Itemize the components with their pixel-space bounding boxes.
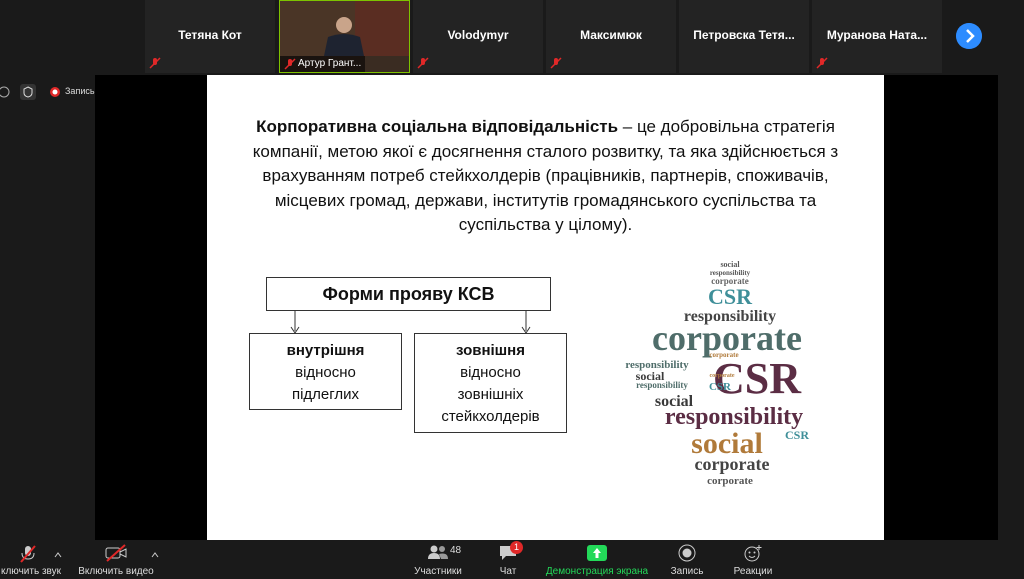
internal-line: підлеглих bbox=[291, 386, 360, 403]
shield-icon[interactable] bbox=[20, 84, 36, 100]
csr-word-cloud: social responsibility corporate CSR resp… bbox=[625, 260, 809, 487]
video-feed bbox=[280, 1, 409, 56]
participant-name: Петровска Тетя... bbox=[693, 28, 795, 42]
unmute-button[interactable]: ключить звук bbox=[0, 540, 62, 579]
record-button[interactable]: Запись bbox=[665, 540, 709, 579]
participant-tile[interactable]: Volodymyr bbox=[413, 0, 543, 73]
next-page-chevron-icon[interactable] bbox=[956, 23, 982, 49]
info-icon[interactable] bbox=[0, 86, 12, 98]
external-line: відносно bbox=[460, 364, 521, 381]
muted-mic-icon bbox=[550, 57, 562, 69]
start-video-button[interactable]: Включить видео bbox=[74, 540, 158, 579]
participants-label: Участники bbox=[414, 566, 462, 577]
definition-text: Корпоративна соціальна відповідальність … bbox=[247, 115, 844, 238]
cloud-word: responsibility bbox=[636, 380, 688, 390]
cloud-word: CSR bbox=[708, 284, 753, 309]
cloud-word: corporate bbox=[695, 454, 770, 474]
record-icon bbox=[678, 544, 696, 562]
record-status-label: Запись bbox=[65, 86, 95, 96]
participant-name: Тетяна Кот bbox=[178, 28, 242, 42]
cloud-word: CSR bbox=[709, 381, 732, 393]
muted-mic-icon bbox=[284, 58, 296, 70]
cloud-word: corporate bbox=[710, 373, 735, 379]
cloud-word: CSR bbox=[785, 428, 809, 442]
muted-mic-icon bbox=[20, 545, 36, 563]
participant-name: Максимюк bbox=[580, 28, 642, 42]
meeting-toolbar: ключить звук Включить видео 48 Участники… bbox=[0, 540, 1024, 579]
participant-name: Volodymyr bbox=[447, 28, 509, 42]
chat-badge: 1 bbox=[510, 541, 523, 554]
chat-label: Чат bbox=[499, 566, 517, 577]
muted-mic-icon bbox=[149, 57, 161, 69]
participant-tile[interactable]: Петровска Тетя... bbox=[679, 0, 809, 73]
participants-icon bbox=[428, 545, 448, 559]
muted-mic-icon bbox=[417, 57, 429, 69]
forms-title-box: Форми прояву КСВ bbox=[266, 277, 551, 311]
participants-button[interactable]: 48 Участники bbox=[408, 540, 468, 579]
chat-button[interactable]: 1 Чат bbox=[488, 540, 528, 579]
participant-video-tile[interactable]: Артур Грант... bbox=[279, 0, 410, 73]
video-options-chevron-icon[interactable] bbox=[151, 552, 159, 558]
participant-tile[interactable]: Тетяна Кот bbox=[145, 0, 275, 73]
reactions-button[interactable]: Реакции bbox=[728, 540, 778, 579]
internal-form-box: внутрішня відносно підлеглих bbox=[249, 333, 402, 410]
smiley-plus-icon bbox=[744, 545, 762, 562]
share-screen-icon bbox=[587, 545, 607, 561]
participant-tile[interactable]: Максимюк bbox=[546, 0, 676, 73]
cloud-word: corporate bbox=[707, 475, 753, 487]
external-form-box: зовнішня відносно зовнішніх стейкхолдері… bbox=[414, 333, 567, 433]
cloud-word: corporate bbox=[709, 351, 738, 359]
internal-title: внутрішня bbox=[286, 342, 365, 359]
participant-strip: Тетяна Кот Артур Грант... Volodymyr Макс… bbox=[0, 0, 1024, 75]
internal-line: відносно bbox=[295, 364, 356, 381]
reactions-label: Реакции bbox=[733, 566, 773, 577]
participant-tile[interactable]: Муранова Ната... bbox=[812, 0, 942, 73]
share-screen-label: Демонстрация экрана bbox=[545, 566, 649, 577]
audio-options-chevron-icon[interactable] bbox=[54, 552, 62, 558]
unmute-label: ключить звук bbox=[0, 566, 62, 577]
share-screen-button[interactable]: Демонстрация экрана bbox=[544, 540, 650, 579]
definition-term: Корпоративна соціальна відповідальність bbox=[256, 117, 619, 136]
record-dot-icon bbox=[50, 87, 60, 97]
external-title: зовнішня bbox=[455, 342, 525, 359]
external-line: зовнішніх bbox=[457, 386, 524, 403]
record-label: Запись bbox=[670, 566, 704, 577]
presentation-slide: Корпоративна соціальна відповідальність … bbox=[207, 75, 884, 540]
participants-count: 48 bbox=[450, 545, 462, 556]
external-line: стейкхолдерів bbox=[441, 408, 540, 425]
video-off-icon bbox=[105, 544, 127, 562]
start-video-label: Включить видео bbox=[78, 566, 154, 577]
cloud-word: social bbox=[720, 260, 740, 269]
participant-name: Муранова Ната... bbox=[826, 28, 928, 42]
muted-mic-icon bbox=[816, 57, 828, 69]
